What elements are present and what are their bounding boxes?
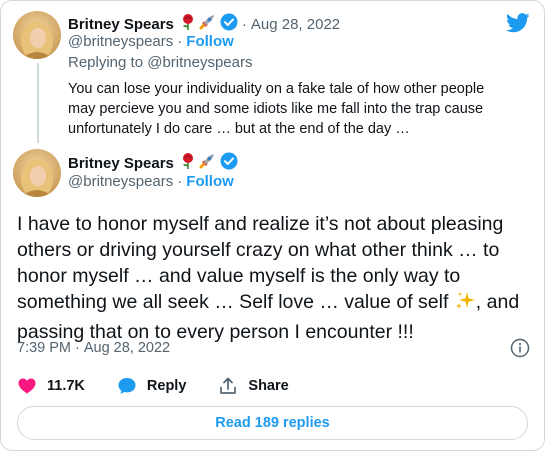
author-handle[interactable]: @britneyspears <box>68 173 173 190</box>
main-tweet-header: Britney Spears <box>68 152 238 175</box>
separator: · <box>75 340 80 356</box>
author-name[interactable]: Britney Spears <box>68 155 174 172</box>
reply-button[interactable]: Reply <box>117 376 187 396</box>
reply-bubble-icon <box>118 378 136 394</box>
like-count: 11.7K <box>47 378 85 394</box>
verified-badge-icon <box>220 152 238 175</box>
read-replies-button[interactable]: Read 189 replies <box>17 406 528 440</box>
tweet-date[interactable]: Aug 28, 2022 <box>251 16 340 33</box>
info-icon[interactable] <box>510 338 530 358</box>
avatar[interactable] <box>13 11 61 59</box>
tweet-text-part-1: I have to honor myself and realize it’s … <box>17 213 504 313</box>
rocket-emoji <box>198 152 216 175</box>
share-icon <box>220 377 237 394</box>
sparkles-emoji <box>454 290 476 319</box>
thread-connector-line <box>37 63 39 143</box>
like-button[interactable]: 11.7K <box>17 376 85 396</box>
heart-icon <box>18 378 36 394</box>
rose-emoji <box>180 152 196 175</box>
replying-to-prefix: Replying to <box>68 54 144 71</box>
reply-to-mention[interactable]: @britneyspears <box>147 54 252 71</box>
tweet-time[interactable]: 7:39 PM <box>17 340 71 356</box>
avatar[interactable] <box>13 149 61 197</box>
share-button[interactable]: Share <box>218 376 289 396</box>
main-tweet-handle-row: @britneyspears · Follow <box>68 173 234 190</box>
replying-to: Replying to @britneyspears <box>68 54 253 71</box>
follow-button[interactable]: Follow <box>186 33 234 50</box>
tweet-actions: 11.7K Reply Share <box>17 376 321 396</box>
separator: · <box>241 16 247 33</box>
reply-label: Reply <box>146 378 187 394</box>
tweet-card: Britney Spears · Aug 28, 2022 @britneysp… <box>0 0 545 451</box>
author-name[interactable]: Britney Spears <box>68 16 174 33</box>
share-label: Share <box>248 378 289 394</box>
separator: · <box>177 33 183 50</box>
author-handle[interactable]: @britneyspears <box>68 33 173 50</box>
follow-button[interactable]: Follow <box>186 173 234 190</box>
tweet-date[interactable]: Aug 28, 2022 <box>84 340 170 356</box>
tweet-text: I have to honor myself and realize it’s … <box>17 211 529 345</box>
separator: · <box>177 173 183 190</box>
tweet-meta: 7:39 PM · Aug 28, 2022 <box>17 340 170 356</box>
twitter-bird-icon[interactable] <box>506 13 530 33</box>
quoted-tweet-handle-row: @britneyspears · Follow <box>68 33 234 50</box>
quoted-tweet-text: You can lose your individuality on a fak… <box>68 81 485 137</box>
